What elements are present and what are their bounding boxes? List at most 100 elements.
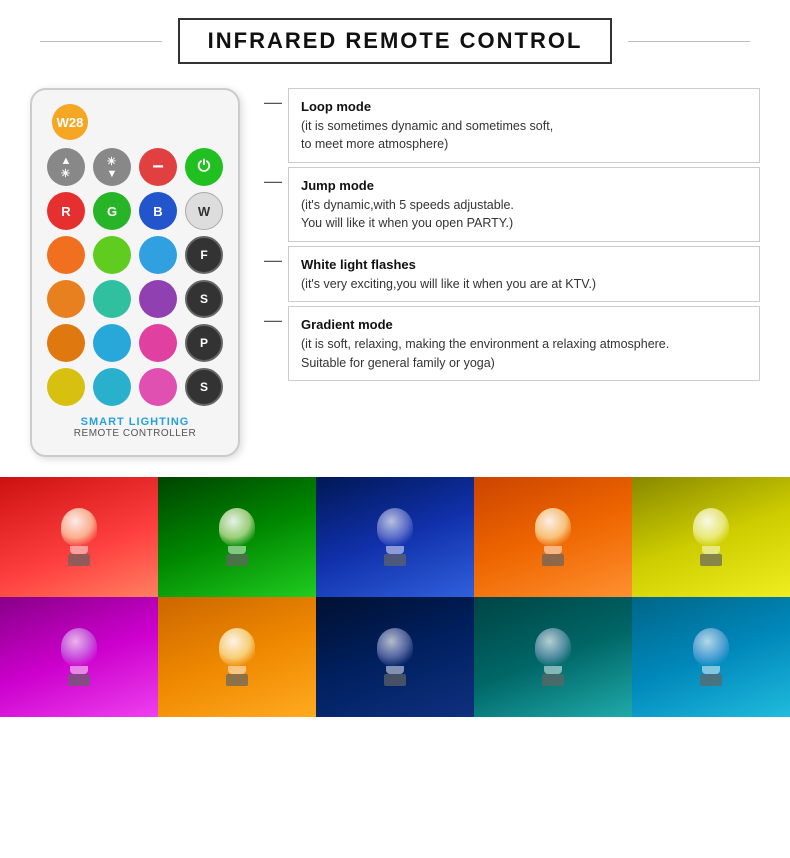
remote-row-control: ▲☀ ☀▼ − ⏻ <box>47 148 223 186</box>
lime-color-btn[interactable] <box>93 236 131 274</box>
s2-btn[interactable]: S <box>185 368 223 406</box>
red-bulb-globe <box>61 508 97 546</box>
dark-blue-bulb-globe <box>377 628 413 666</box>
remote-row-4: S <box>47 280 223 318</box>
loop-mode-title: Loop mode <box>301 97 747 117</box>
cyan-bulb <box>693 628 729 686</box>
power-btn[interactable]: ⏻ <box>185 148 223 186</box>
remote-logo: W28 <box>52 104 88 140</box>
desc-jump-mode: — Jump mode (it's dynamic,with 5 speeds … <box>264 167 760 242</box>
gradient-mode-body: (it is soft, relaxing, making the enviro… <box>301 335 747 373</box>
descriptions-panel: — Loop mode (it is sometimes dynamic and… <box>264 88 760 385</box>
header-section: INFRARED REMOTE CONTROL <box>0 0 790 78</box>
green-bulb-base <box>226 554 248 566</box>
jump-mode-box: Jump mode (it's dynamic,with 5 speeds ad… <box>288 167 760 242</box>
yellow-bulb-base <box>700 554 722 566</box>
arrow-jump: — <box>264 171 282 192</box>
desc-gradient-mode: — Gradient mode (it is soft, relaxing, m… <box>264 306 760 381</box>
brightness-down-btn[interactable]: ☀▼ <box>93 148 131 186</box>
red-bulb-neck <box>70 546 88 554</box>
white-flash-body: (it's very exciting,you will like it whe… <box>301 275 747 294</box>
f-btn[interactable]: F <box>185 236 223 274</box>
p-btn[interactable]: P <box>185 324 223 362</box>
yellow-color-btn[interactable] <box>47 368 85 406</box>
magenta-bulb-cell <box>0 597 158 717</box>
minus-btn[interactable]: − <box>139 148 177 186</box>
yellow-bulb-globe <box>693 508 729 546</box>
cyan-color-btn[interactable] <box>93 368 131 406</box>
arrow-loop: — <box>264 92 282 113</box>
magenta-bulb-globe <box>61 628 97 666</box>
blue-bulb-neck <box>386 546 404 554</box>
orange-bulb-neck <box>544 546 562 554</box>
white-flash-box: White light flashes (it's very exciting,… <box>288 246 760 302</box>
teal-bulb-cell <box>474 597 632 717</box>
orange-bulb-globe <box>535 508 571 546</box>
cyan-bulb-cell <box>632 597 790 717</box>
amber-bulb-cell <box>158 597 316 717</box>
brightness-up-btn[interactable]: ▲☀ <box>47 148 85 186</box>
orange-color-btn[interactable] <box>47 236 85 274</box>
gradient-mode-box: Gradient mode (it is soft, relaxing, mak… <box>288 306 760 381</box>
s1-btn[interactable]: S <box>185 280 223 318</box>
cyan-bulb-neck <box>702 666 720 674</box>
orange-bulb <box>535 508 571 566</box>
header-line-right <box>628 41 750 42</box>
red-bulb <box>61 508 97 566</box>
remote-row-5: P <box>47 324 223 362</box>
header-line-left <box>40 41 162 42</box>
green-bulb-neck <box>228 546 246 554</box>
amber-bulb-base <box>226 674 248 686</box>
yellow-bulb-neck <box>702 546 720 554</box>
green-bulb-cell <box>158 477 316 597</box>
amber-bulb-globe <box>219 628 255 666</box>
loop-mode-box: Loop mode (it is sometimes dynamic and s… <box>288 88 760 163</box>
remote-row-rgbw: R G B W <box>47 192 223 230</box>
magenta-bulb-base <box>68 674 90 686</box>
sky2-color-btn[interactable] <box>93 324 131 362</box>
red-bulb-base <box>68 554 90 566</box>
orange-bulb-base <box>542 554 564 566</box>
green-btn[interactable]: G <box>93 192 131 230</box>
dark-blue-bulb-neck <box>386 666 404 674</box>
teal-bulb-base <box>542 674 564 686</box>
orange2-color-btn[interactable] <box>47 280 85 318</box>
dark-blue-bulb <box>377 628 413 686</box>
yellow-bulb <box>693 508 729 566</box>
remote-section: W28 ▲☀ ☀▼ − ⏻ R G B W <box>0 78 790 477</box>
loop-mode-body: (it is sometimes dynamic and sometimes s… <box>301 117 747 155</box>
pink2-color-btn[interactable] <box>139 368 177 406</box>
red-bulb-cell <box>0 477 158 597</box>
gradient-mode-title: Gradient mode <box>301 315 747 335</box>
bulb-grid-row1 <box>0 477 790 597</box>
arrow-gradient: — <box>264 310 282 331</box>
sky-color-btn[interactable] <box>139 236 177 274</box>
yellow-bulb-cell <box>632 477 790 597</box>
purple-color-btn[interactable] <box>139 280 177 318</box>
teal-bulb-globe <box>535 628 571 666</box>
orange3-color-btn[interactable] <box>47 324 85 362</box>
teal-color-btn[interactable] <box>93 280 131 318</box>
teal-bulb-neck <box>544 666 562 674</box>
dark-blue-bulb-cell <box>316 597 474 717</box>
blue-bulb-cell <box>316 477 474 597</box>
white-btn[interactable]: W <box>185 192 223 230</box>
orange-bulb-cell <box>474 477 632 597</box>
amber-bulb-neck <box>228 666 246 674</box>
amber-bulb <box>219 628 255 686</box>
bulb-grid-row2 <box>0 597 790 717</box>
pink-color-btn[interactable] <box>139 324 177 362</box>
cyan-bulb-globe <box>693 628 729 666</box>
green-bulb-globe <box>219 508 255 546</box>
header-title-box: INFRARED REMOTE CONTROL <box>178 18 613 64</box>
blue-btn[interactable]: B <box>139 192 177 230</box>
blue-bulb-base <box>384 554 406 566</box>
blue-bulb-globe <box>377 508 413 546</box>
arrow-white-flash: — <box>264 250 282 271</box>
remote-brand-label: SMART LIGHTING <box>74 416 196 428</box>
jump-mode-body: (it's dynamic,with 5 speeds adjustable.Y… <box>301 196 747 234</box>
red-btn[interactable]: R <box>47 192 85 230</box>
magenta-bulb <box>61 628 97 686</box>
cyan-bulb-base <box>700 674 722 686</box>
remote-sub-label: REMOTE CONTROLLER <box>74 428 196 439</box>
